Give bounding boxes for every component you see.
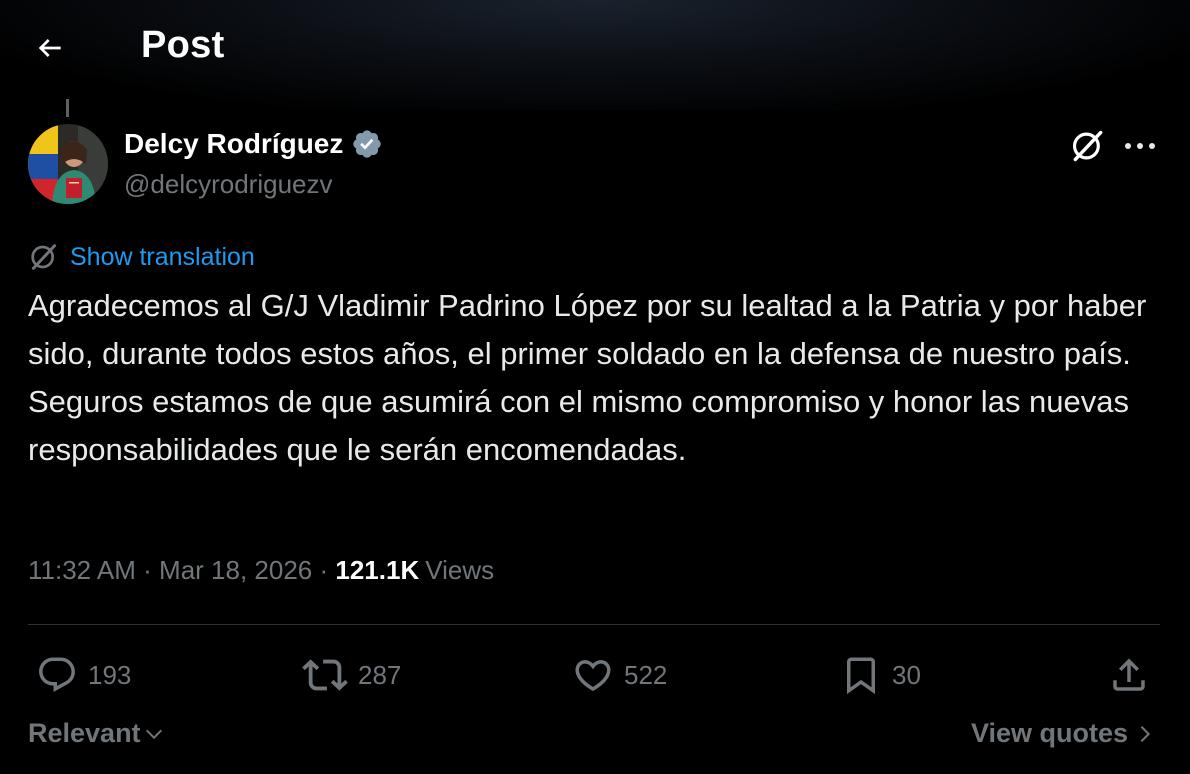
reply-count: 193 — [88, 659, 132, 690]
translate-row: Show translation — [28, 238, 255, 276]
avatar-image — [28, 124, 108, 204]
grok-button[interactable] — [1066, 124, 1110, 168]
bookmark-icon — [847, 657, 875, 695]
chevron-right-icon — [1140, 725, 1151, 742]
chevron-down-icon — [145, 729, 162, 739]
post-text: Agradecemos al G/J Vladimir Padrino Lópe… — [28, 288, 1147, 467]
thread-connector — [66, 99, 69, 117]
bookmark-button[interactable]: 30 — [840, 650, 921, 700]
sort-label: Relevant — [28, 718, 141, 748]
post-date[interactable]: Mar 18, 2026 — [159, 555, 312, 586]
action-bar: 193 287 522 30 — [28, 650, 1160, 700]
author-name[interactable]: Delcy Rodríguez — [124, 128, 383, 160]
verified-badge-icon — [351, 128, 383, 160]
share-button[interactable] — [1108, 650, 1150, 700]
grok-icon — [1072, 130, 1103, 162]
post-time[interactable]: 11:32 AM — [28, 555, 136, 586]
translate-icon — [31, 244, 57, 270]
like-count: 522 — [624, 659, 668, 690]
more-icon — [1125, 143, 1155, 149]
meta-separator: · — [135, 555, 160, 585]
show-translation-link[interactable]: Show translation — [70, 243, 255, 272]
share-icon — [1113, 658, 1145, 691]
back-arrow-icon — [38, 39, 61, 57]
reply-icon — [39, 657, 75, 692]
divider — [28, 624, 1160, 625]
view-quotes-label: View quotes — [970, 718, 1128, 748]
sort-dropdown[interactable]: Relevant — [28, 718, 165, 749]
author-name-text: Delcy Rodríguez — [124, 128, 344, 159]
reply-button[interactable]: 193 — [36, 650, 131, 700]
author-handle[interactable]: @delcyrodriguezv — [124, 169, 332, 200]
back-button[interactable] — [30, 28, 70, 68]
top-bar: Post — [0, 0, 1190, 92]
like-button[interactable]: 522 — [572, 650, 667, 700]
repost-button[interactable]: 287 — [302, 650, 401, 700]
views-count: 121.1K — [335, 555, 420, 585]
repost-icon — [302, 659, 348, 691]
bookmark-count: 30 — [892, 659, 921, 690]
more-options-button[interactable] — [1118, 128, 1162, 164]
meta-separator: · — [312, 555, 336, 585]
repost-count: 287 — [358, 659, 402, 690]
like-icon — [575, 660, 611, 692]
post-page: Post Delcy Rodríguez @delcyrodriguezv Sh… — [0, 0, 1190, 774]
views-label: Views — [425, 555, 495, 585]
post-meta: 11:32 AM · Mar 18, 2026 · 121.1K Views — [28, 555, 494, 586]
avatar[interactable] — [28, 124, 108, 204]
view-quotes-link[interactable]: View quotes — [971, 718, 1156, 749]
page-title: Post — [141, 24, 225, 66]
